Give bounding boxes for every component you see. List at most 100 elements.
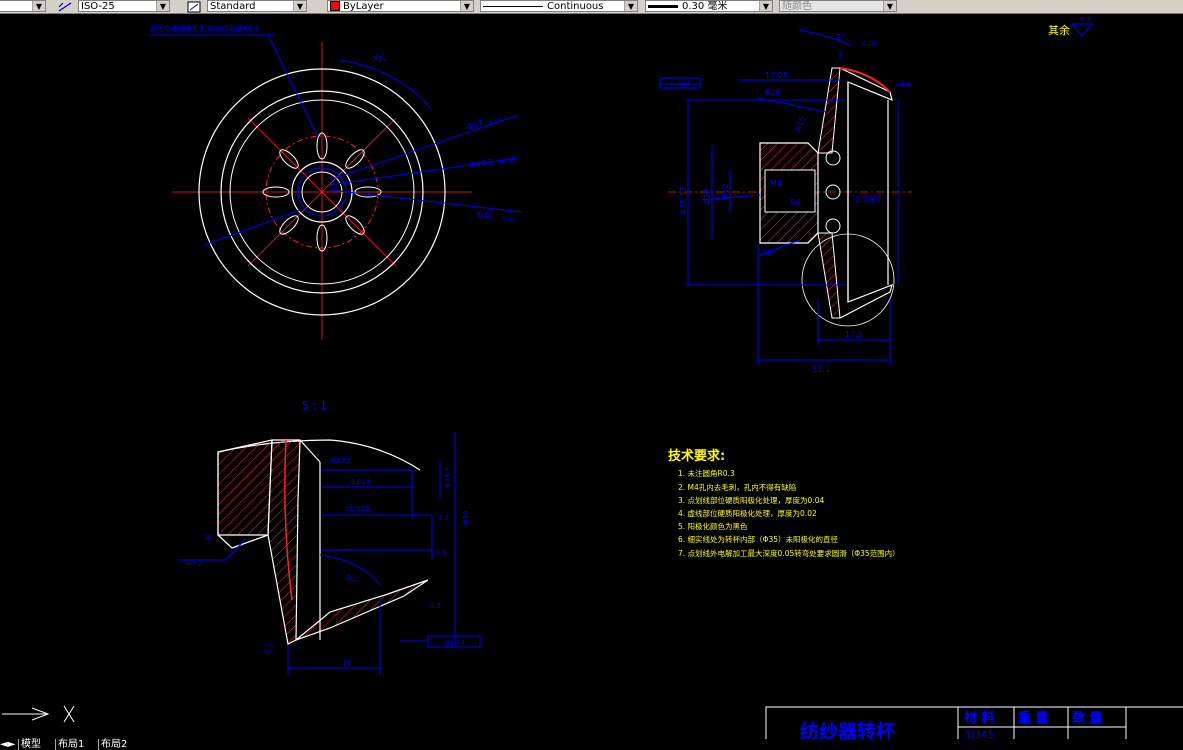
- dim-l9: 9.814: [350, 478, 371, 486]
- dim-ang2: 8°: [205, 534, 213, 542]
- text-style-value: Standard: [210, 1, 256, 12]
- detail-section-wall: [267, 439, 301, 645]
- dim-l16: 16: [342, 659, 351, 667]
- dim-style-combo[interactable]: ▼: [0, 0, 46, 12]
- dim-d12: Φ12: [721, 184, 730, 200]
- part-name: 纺纱器转杯: [800, 720, 895, 739]
- detail-section-left: [217, 439, 273, 536]
- dim-r02: R0.2: [186, 560, 202, 568]
- chevron-down-icon[interactable]: ▼: [293, 1, 306, 11]
- linetype-value: Continuous: [547, 1, 604, 12]
- dim-r15: R15: [793, 115, 807, 133]
- chevron-down-icon[interactable]: ▼: [156, 1, 169, 11]
- dim-d35: Φ35.11: [679, 186, 688, 215]
- color-value: ByLayer: [343, 1, 384, 12]
- dim-hole: 0.5深6: [855, 195, 881, 204]
- qty-label: 数 量: [1072, 710, 1103, 726]
- dim-note-top: 去毛口电解去毛刺深0.05两端R0.3: [150, 24, 259, 33]
- side-tol: 0.004: [670, 80, 691, 88]
- dim-s1: 1.2: [438, 514, 449, 522]
- top-view-centerlines: [172, 42, 472, 340]
- dim-small: 0.5: [430, 602, 441, 610]
- tech-req-item: 6. 细实线处为转杯内部（Φ35）未阳极化的直径: [678, 534, 838, 544]
- dim-extra2: 9.5: [900, 81, 911, 89]
- tab-model[interactable]: 模型: [18, 739, 43, 750]
- material-label: 材 料: [964, 710, 995, 726]
- linetype-preview-icon: [483, 5, 543, 7]
- dim-len: 31.1: [812, 365, 830, 374]
- properties-toolbar: ▼ ISO-25 ▼ Standard ▼ ByLayer ▼ Continuous ▼…: [0, 0, 1183, 14]
- dim-c1: 0.3: [263, 642, 275, 656]
- plotstyle-value: 随颜色: [782, 1, 812, 12]
- lineweight-value: 0.30 毫米: [682, 1, 728, 12]
- tab-layout2[interactable]: 布局2: [98, 739, 129, 750]
- chevron-down-icon[interactable]: ▼: [32, 1, 45, 11]
- surface-finish: 其余 6.3: [1048, 16, 1094, 37]
- detail-scale-label: 5 : 1: [302, 399, 327, 412]
- dim-w: 17.5: [845, 330, 863, 339]
- cup-wall-upper: [817, 67, 841, 154]
- dim-angle: 45°: [371, 52, 388, 67]
- tech-req-title: 技术要求:: [668, 448, 725, 464]
- color-combo[interactable]: ByLayer ▼: [327, 0, 474, 12]
- dimension-style-combo[interactable]: ISO-25 ▼: [78, 0, 170, 12]
- tech-req-item: 2. M4孔内去毛刺，孔内不得有缺陷: [678, 482, 796, 492]
- dim-style-icon[interactable]: [58, 0, 72, 12]
- chevron-down-icon[interactable]: ▼: [624, 1, 637, 11]
- detail-section-lip: [295, 579, 429, 641]
- detail-view: 5 : 1 R0.75 9.814 11.523 Φ35.7 Φ36 1.2 0…: [178, 399, 481, 675]
- dim-r0: R0.75: [330, 457, 350, 465]
- tech-req-item: 1. 未注圆角R0.3: [678, 468, 735, 478]
- ucs-icon: [2, 705, 75, 723]
- dimension-style-value: ISO-25: [81, 1, 115, 12]
- dim-d46: Φ46.2: [469, 158, 494, 170]
- dim-l11: 11.523: [345, 505, 370, 513]
- dim-lead: 36°: [762, 249, 776, 258]
- linetype-combo[interactable]: Continuous ▼: [480, 0, 638, 12]
- dim-r6: R6: [790, 198, 801, 207]
- plotstyle-combo: 随颜色 ▼: [779, 0, 897, 12]
- surface-finish-icon: [1070, 23, 1094, 37]
- dim-detail-d36: Φ36: [462, 510, 470, 525]
- dim-ft1: -0.03: [486, 116, 503, 128]
- dim-s2: 0.5: [436, 549, 447, 557]
- chevron-down-icon[interactable]: ▼: [759, 1, 772, 11]
- dim-m4: M4: [770, 179, 782, 188]
- tab-layout1[interactable]: 布局1: [55, 739, 86, 750]
- top-view-dimension-text: 去毛口电解去毛刺深0.05两端R0.3 45° Φ57 -0.03 Φ46.2 …: [150, 24, 516, 224]
- tech-requirements: 技术要求: 1. 未注圆角R0.3 2. M4孔内去毛刺，孔内不得有缺陷 3. …: [668, 448, 900, 558]
- dim-ang8: 8°: [836, 33, 845, 42]
- color-swatch-icon: [330, 1, 340, 11]
- dim-detail-tol: 0.004: [445, 639, 466, 647]
- tech-req-item: 5. 阳极化颜色为黑色: [678, 521, 748, 531]
- dim-d40: Φ40: [476, 210, 493, 221]
- dim-ft3: -0.02: [500, 215, 516, 224]
- dim-d26: Φ26: [703, 189, 712, 205]
- tech-req-item: 3. 点划线部位硬质阳极化处理，厚度为0.04: [678, 495, 824, 505]
- lineweight-preview-icon: [648, 4, 678, 8]
- chevron-down-icon[interactable]: ▼: [460, 1, 473, 11]
- dim-ang: 50°: [344, 573, 359, 587]
- surface-note: 其余: [1048, 23, 1070, 37]
- text-style-icon[interactable]: [187, 0, 201, 13]
- dim-ft2: -0.05: [499, 157, 516, 166]
- top-view: 去毛口电解去毛刺深0.05两端R0.3 45° Φ57 -0.03 Φ46.2 …: [150, 24, 523, 340]
- top-view-dimensions: [150, 34, 523, 246]
- tab-nav-arrows-icon[interactable]: ◄►: [0, 739, 15, 750]
- layout-tabs: ◄► 模型 布局1 布局2: [0, 739, 700, 750]
- title-block: 纺纱器转杯 材 料 重 量 数 量 1/345: [765, 706, 1183, 739]
- dim-extra1: 0.05: [862, 40, 878, 48]
- cup-outline: [839, 67, 893, 319]
- side-section-view: 0.004 17.05 R29 8° 0.05 9.5 Φ35.11 Φ26 Φ…: [659, 29, 912, 374]
- lineweight-combo[interactable]: 0.30 毫米 ▼: [645, 0, 773, 12]
- drawing-canvas[interactable]: 去毛口电解去毛刺深0.05两端R0.3 45° Φ57 -0.03 Φ46.2 …: [0, 13, 1183, 739]
- surface-sym: 6.3: [1080, 16, 1091, 24]
- tech-req-item: 7. 点划线外电解加工最大深度0.05转弯处要求圆滑（Φ35范围内）: [678, 548, 900, 558]
- dim-l17: 17.05: [765, 71, 788, 80]
- cup-wall-lower: [817, 232, 841, 319]
- scale-value: 1/345: [965, 730, 994, 739]
- text-style-combo[interactable]: Standard ▼: [207, 0, 307, 12]
- weight-label: 重 量: [1018, 710, 1049, 726]
- dim-detail-d35: Φ35.7: [444, 467, 452, 488]
- chevron-down-icon: ▼: [883, 1, 896, 11]
